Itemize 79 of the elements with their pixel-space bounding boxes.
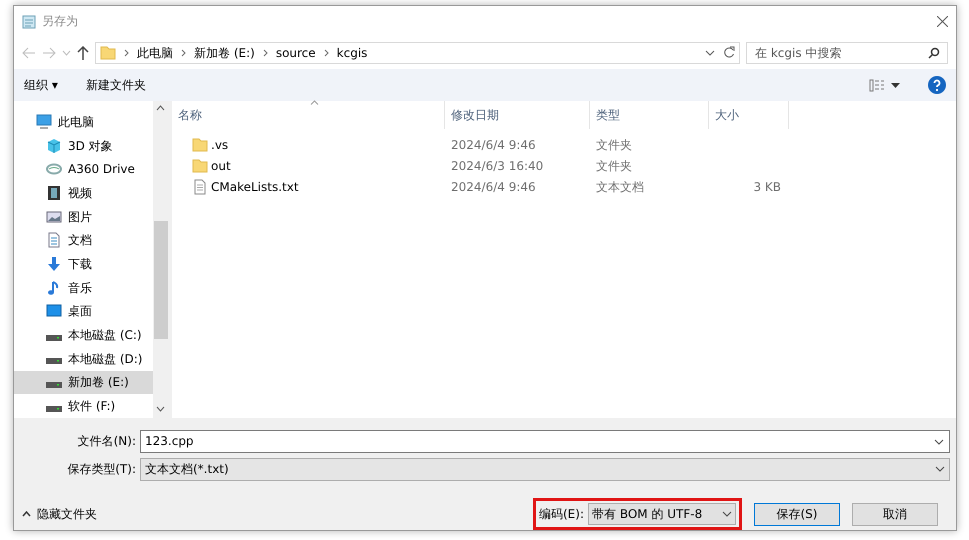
breadcrumb-item[interactable]: 此电脑 [137, 44, 173, 62]
notepad-icon [22, 14, 36, 28]
chevron-up-icon [22, 511, 31, 517]
table-cell-text: 文本文档 [596, 178, 644, 196]
save-button[interactable]: 保存(S) [754, 502, 840, 526]
encoding-label: 编码(E): [539, 506, 584, 523]
chevron-right-icon [262, 48, 268, 56]
encoding-dropdown[interactable]: 带有 BOM 的 UTF-8 [588, 503, 736, 525]
chevron-down-icon [935, 466, 945, 472]
breadcrumb-item[interactable]: 新加卷 (E:) [194, 44, 255, 62]
sidebar-item[interactable]: 此电脑 [14, 110, 169, 134]
table-cell-text: 2024/6/4 9:46 [451, 136, 536, 154]
drive-icon [46, 358, 62, 364]
table-cell-text: out [211, 158, 231, 174]
table-cell-text: 文件夹 [596, 158, 632, 174]
field-label: 文件名(N): [76, 433, 137, 450]
refresh-icon[interactable] [723, 46, 735, 59]
search-icon [928, 46, 940, 58]
table-cell-text: CMakeLists.txt [211, 178, 299, 196]
breadcrumb-item[interactable]: kcgis [336, 44, 368, 62]
column-header[interactable]: 类型 [590, 101, 709, 129]
new-folder-button[interactable]: 新建文件夹 [86, 76, 146, 94]
chevron-right-icon [181, 48, 186, 56]
column-header[interactable]: 名称 [172, 101, 445, 129]
doc-icon [46, 232, 62, 248]
folder-icon [192, 136, 208, 152]
window-title: 另存为 [42, 13, 78, 30]
table-cell-text: 2024/6/3 16:40 [451, 158, 544, 174]
sidebar-item[interactable]: 图片 [14, 204, 169, 228]
table-cell-text: 2024/6/4 9:46 [451, 178, 536, 196]
sidebar-item[interactable]: 本地磁盘 (C:) [14, 323, 169, 347]
drive-icon [46, 382, 62, 388]
address-bar[interactable]: 此电脑 新加卷 (E:) source kcgis [95, 42, 740, 64]
chevron-down-icon[interactable] [705, 50, 715, 56]
pc-icon [36, 114, 52, 130]
file-type-dropdown[interactable]: 文本文档(*.txt) [140, 458, 950, 480]
cancel-button[interactable]: 取消 [852, 502, 938, 526]
video-icon [46, 184, 62, 201]
breadcrumb-item[interactable]: source [276, 44, 316, 62]
sidebar-item[interactable]: 视频 [14, 181, 169, 205]
chevron-right-icon [124, 48, 129, 56]
column-header[interactable]: 大小 [709, 101, 789, 129]
help-icon[interactable] [928, 76, 946, 94]
chevron-down-icon [934, 438, 944, 444]
chevron-down-icon [722, 511, 732, 517]
picture-icon [46, 208, 62, 225]
sidebar-item[interactable]: 本地磁盘 (D:) [14, 346, 169, 371]
column-header[interactable]: 修改日期 [445, 101, 590, 129]
folder-icon [192, 158, 208, 174]
table-cell-text: .vs [211, 136, 228, 154]
hide-folders-toggle[interactable]: 隐藏文件夹 [22, 505, 97, 523]
close-icon[interactable] [937, 16, 948, 26]
caret-down-icon[interactable] [891, 82, 900, 88]
sidebar-item[interactable]: 下载 [14, 252, 169, 276]
filename-combobox[interactable]: 123.cpp [140, 430, 950, 452]
download-icon [46, 256, 62, 272]
folder-icon [100, 44, 116, 60]
table-cell-text: 3 KB [753, 178, 781, 196]
cube-icon [46, 138, 62, 154]
sidebar-item[interactable]: A360 Drive [14, 157, 169, 182]
sidebar-item[interactable]: 桌面 [14, 300, 169, 324]
scroll-down-icon[interactable] [156, 406, 165, 412]
search-field[interactable]: 在 kcgis 中搜索 [746, 42, 948, 64]
desktop-icon [46, 303, 62, 320]
table-cell-text: 文件夹 [596, 136, 632, 154]
sidebar-item[interactable]: 3D 对象 [14, 134, 169, 158]
sidebar-item[interactable]: 音乐 [14, 276, 169, 300]
field-label: 保存类型(T): [66, 461, 137, 478]
chevron-right-icon [324, 48, 329, 56]
sidebar-item[interactable]: 软件 (F:) [14, 394, 169, 418]
scroll-up-icon[interactable] [156, 105, 165, 111]
view-list-icon[interactable] [869, 78, 885, 92]
up-arrow-icon[interactable] [77, 46, 89, 60]
drive-icon [46, 334, 62, 341]
scrollbar[interactable] [153, 101, 169, 418]
drive-icon [46, 406, 62, 412]
text-file-icon [192, 178, 208, 194]
sidebar-item[interactable]: 文档 [14, 228, 169, 252]
organize-menu[interactable]: 组织 ▾ [24, 76, 58, 94]
